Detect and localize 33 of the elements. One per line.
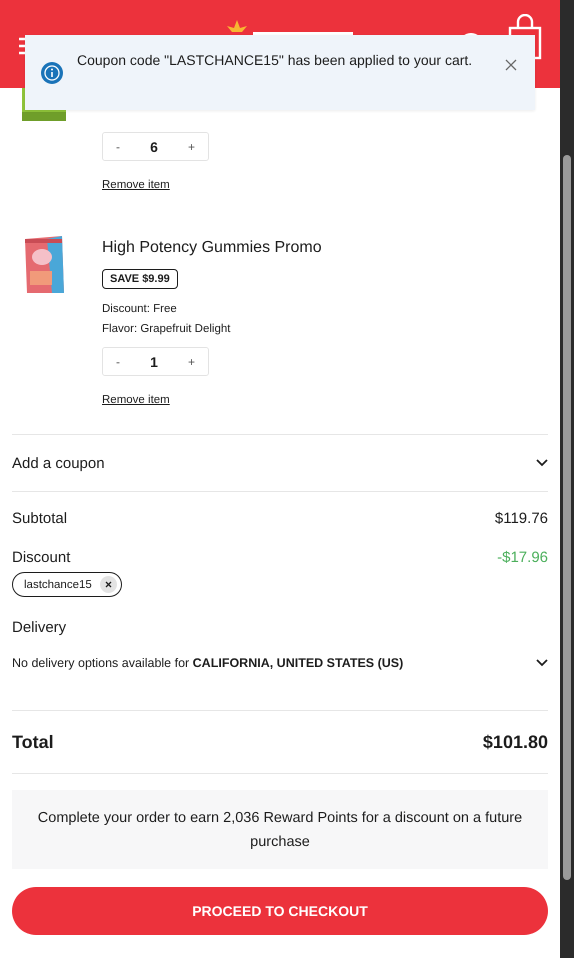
remove-item-link[interactable]: Remove item <box>102 179 170 191</box>
decrease-button[interactable]: - <box>113 140 123 154</box>
discount-value: -$17.96 <box>497 549 548 566</box>
coupon-code: lastchance15 <box>24 578 92 590</box>
delivery-message: No delivery options available for CALIFORNIA, UNITED STATES (US) <box>12 656 404 670</box>
checkout-button[interactable]: PROCEED TO CHECKOUT <box>12 887 548 935</box>
toast-message: Coupon code "LASTCHANCE15" has been applied to your cart. <box>77 51 474 70</box>
info-icon <box>41 62 63 84</box>
remove-item-link[interactable]: Remove item <box>102 394 170 406</box>
quantity-value: 1 <box>150 354 158 370</box>
add-coupon-toggle[interactable]: Add a coupon <box>12 435 548 491</box>
decrease-button[interactable]: - <box>113 354 123 368</box>
product-title: High Potency Gummies Promo <box>102 239 322 257</box>
savings-badge: SAVE $9.99 <box>102 269 178 289</box>
rewards-message: Complete your order to earn 2,036 Reward Points for a discount on a future purchase <box>36 808 524 852</box>
scrollbar[interactable] <box>560 0 574 958</box>
quantity-value: 6 <box>150 138 158 154</box>
close-icon[interactable] <box>505 59 517 71</box>
increase-button[interactable]: + <box>184 140 198 154</box>
total-label: Total <box>12 732 54 752</box>
product-option: Discount: Free <box>102 303 177 315</box>
chevron-down-icon <box>536 459 548 467</box>
close-icon <box>104 581 112 588</box>
subtotal-value: $119.76 <box>494 510 548 527</box>
increase-button[interactable]: + <box>184 354 198 368</box>
chevron-down-icon <box>536 659 548 667</box>
subtotal-label: Subtotal <box>12 510 68 527</box>
delivery-options-toggle[interactable]: No delivery options available for CALIFORNIA, UNITED STATES (US) <box>12 656 548 670</box>
discount-label: Discount <box>12 549 70 566</box>
total-value: $101.80 <box>482 732 548 752</box>
remove-coupon-button[interactable] <box>100 576 117 593</box>
delivery-label: Delivery <box>12 619 66 636</box>
product-option: Flavor: Grapefruit Delight <box>102 323 230 335</box>
